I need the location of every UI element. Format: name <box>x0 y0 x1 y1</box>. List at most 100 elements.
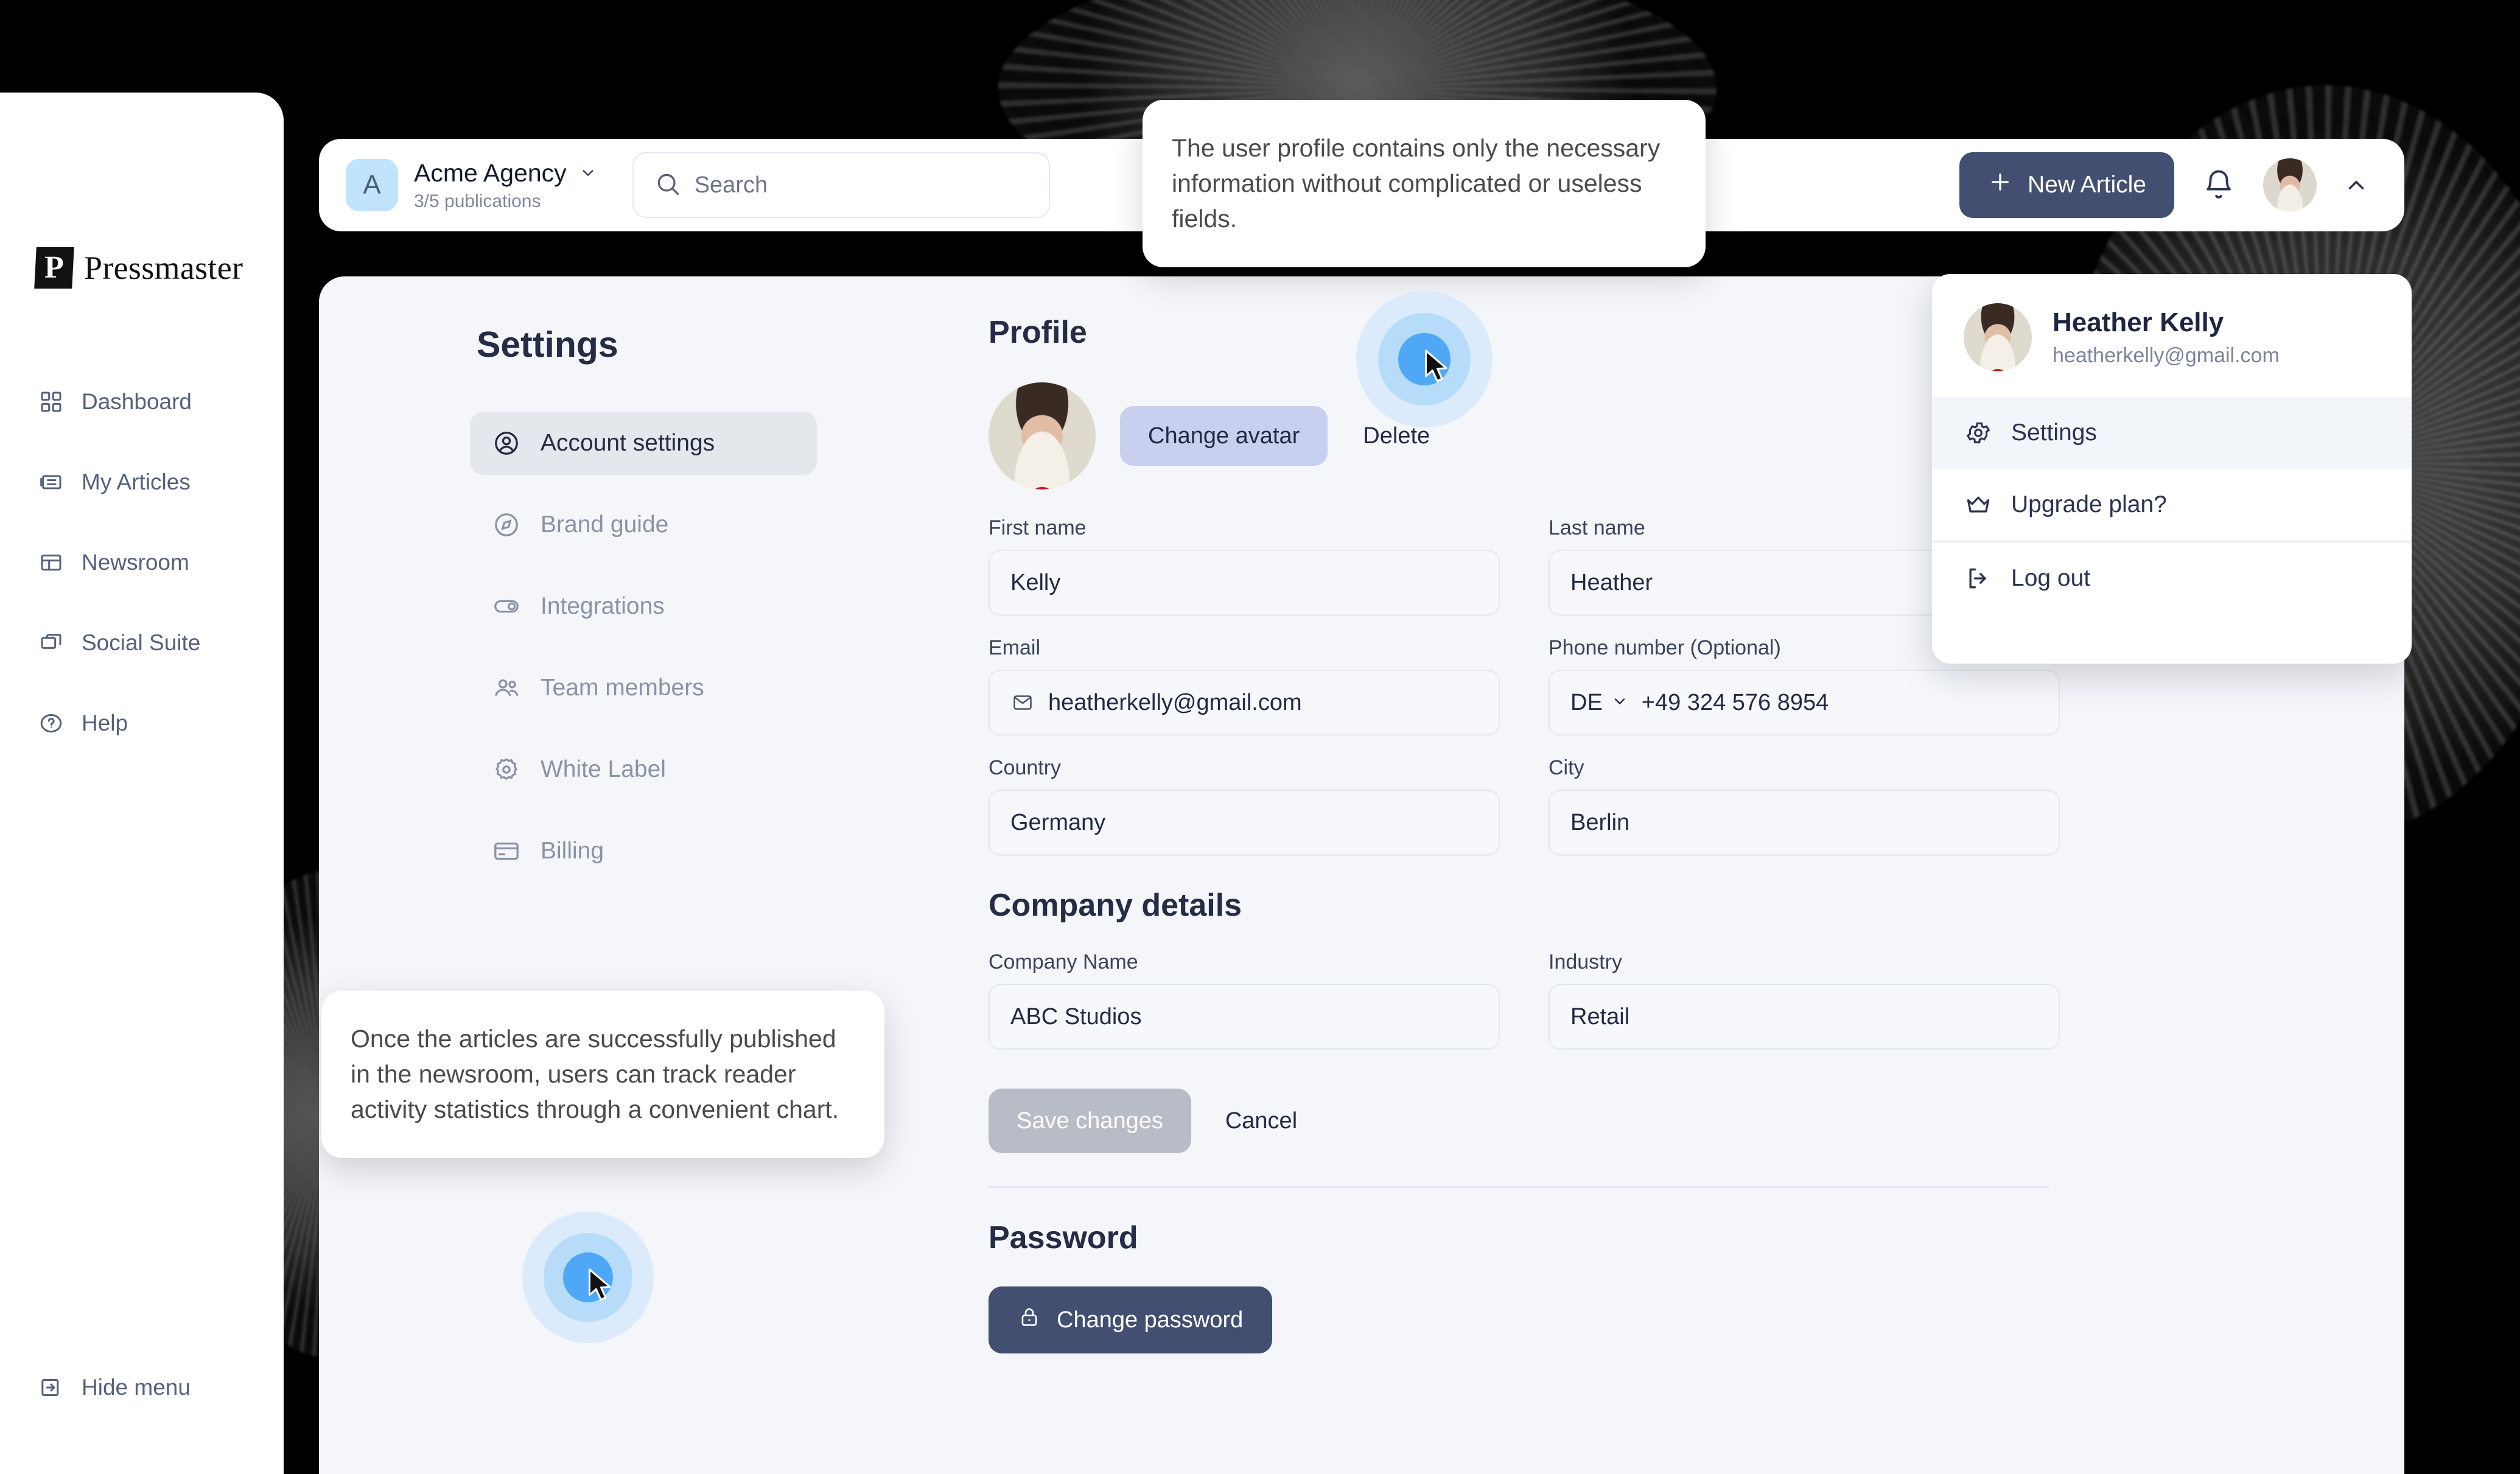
email-input[interactable]: heatherkelly@gmail.com <box>989 670 1500 735</box>
industry-input[interactable]: Retail <box>1549 984 2060 1050</box>
settings-nav-label: Account settings <box>541 430 715 456</box>
settings-nav-item-white-label[interactable]: White Label <box>470 738 817 801</box>
new-article-button[interactable]: New Article <box>1959 152 2174 218</box>
profile-form: Profile Change avatar Delete First name … <box>989 314 2060 1353</box>
settings-nav-item-team-members[interactable]: Team members <box>470 656 817 720</box>
phone-input[interactable]: DE +49 324 576 8954 <box>1549 670 2060 735</box>
form-actions: Save changes Cancel <box>989 1089 2060 1153</box>
company-name-input[interactable]: ABC Studios <box>989 984 1500 1050</box>
cursor-icon <box>1422 348 1454 386</box>
sidebar-item-social-suite[interactable]: Social Suite <box>24 620 268 666</box>
chevron-down-icon <box>1611 690 1628 716</box>
user-menu-item-log-out[interactable]: Log out <box>1932 542 2412 614</box>
user-circle-icon <box>491 427 522 459</box>
gear-badge-icon <box>491 754 522 785</box>
newspaper-icon <box>38 469 65 496</box>
country-input[interactable]: Germany <box>989 790 1500 855</box>
settings-nav-label: Brand guide <box>541 511 669 538</box>
gear-icon <box>1964 418 1993 447</box>
user-menu-label: Upgrade plan? <box>2011 491 2167 518</box>
logo-letter: P <box>44 250 64 285</box>
logo-wordmark: Pressmaster <box>84 250 243 286</box>
change-password-button[interactable]: Change password <box>989 1286 1273 1353</box>
layout-icon <box>38 549 65 576</box>
profile-avatar <box>989 382 1096 490</box>
org-name-label: Acme Agency <box>414 158 567 187</box>
city-value: Berlin <box>1570 809 1630 835</box>
crown-icon <box>1964 490 1993 519</box>
city-field: City Berlin <box>1549 756 2060 855</box>
chevron-up-icon[interactable] <box>2342 171 2370 199</box>
toggle-icon <box>491 591 522 622</box>
lock-icon <box>1018 1305 1041 1335</box>
user-menu-item-upgrade-plan[interactable]: Upgrade plan? <box>1932 469 2412 541</box>
user-menu-label: Log out <box>2011 565 2091 591</box>
company-name-label: Company Name <box>989 950 1138 974</box>
industry-label: Industry <box>1549 950 1622 974</box>
industry-value: Retail <box>1570 1003 1630 1030</box>
topbar-actions: New Article <box>1959 152 2404 218</box>
tooltip-callout-newsroom: Once the articles are successfully publi… <box>321 991 884 1158</box>
tooltip-text: The user profile contains only the neces… <box>1172 134 1661 233</box>
phone-number-value: +49 324 576 8954 <box>1641 689 1829 715</box>
grid-icon <box>38 388 65 415</box>
user-menu-label: Settings <box>2011 419 2097 446</box>
settings-nav-label: Billing <box>541 838 604 864</box>
arrow-right-box-icon <box>38 1374 65 1401</box>
user-menu-item-settings[interactable]: Settings <box>1932 397 2412 469</box>
tooltip-text: Once the articles are successfully publi… <box>351 1025 839 1124</box>
search-input[interactable]: Search <box>632 152 1050 218</box>
search-placeholder: Search <box>694 172 768 198</box>
logo-mark-icon: P <box>34 247 74 289</box>
org-switcher[interactable]: A Acme Agency 3/5 publications <box>346 159 597 212</box>
sidebar-item-dashboard[interactable]: Dashboard <box>24 379 268 425</box>
settings-nav-item-account-settings[interactable]: Account settings <box>470 412 817 475</box>
change-avatar-button[interactable]: Change avatar <box>1120 406 1328 466</box>
settings-nav: Account settings Brand guide Integration… <box>470 412 817 883</box>
avatar[interactable] <box>2263 158 2317 212</box>
windows-icon <box>38 630 65 656</box>
cursor-click-indicator <box>522 1212 654 1343</box>
city-input[interactable]: Berlin <box>1549 790 2060 855</box>
country-field: Country Germany <box>989 756 1500 855</box>
question-circle-icon <box>38 710 65 737</box>
user-menu-dropdown: Heather Kelly heatherkelly@gmail.com Set… <box>1932 274 2412 664</box>
sidebar-item-label: Newsroom <box>82 550 189 575</box>
email-value: heatherkelly@gmail.com <box>1048 689 1302 715</box>
name-fields: First name Kelly Last name Heather Email <box>989 516 2060 876</box>
phone-country-select[interactable]: DE <box>1570 690 1628 716</box>
hide-menu-button[interactable]: Hide menu <box>38 1374 191 1401</box>
first-name-input[interactable]: Kelly <box>989 550 1500 616</box>
cursor-click-indicator <box>1356 291 1493 427</box>
last-name-value: Heather <box>1570 569 1653 595</box>
settings-nav-item-brand-guide[interactable]: Brand guide <box>470 493 817 556</box>
phone-country-value: DE <box>1570 689 1603 715</box>
org-avatar: A <box>346 159 398 211</box>
save-changes-button[interactable]: Save changes <box>989 1089 1191 1153</box>
city-label: City <box>1549 756 1584 779</box>
settings-nav-item-integrations[interactable]: Integrations <box>470 575 817 638</box>
app-logo[interactable]: P Pressmaster <box>34 247 243 289</box>
first-name-label: First name <box>989 516 1087 539</box>
profile-section-title: Profile <box>989 315 1087 350</box>
page-title: Settings <box>477 325 618 365</box>
settings-nav-item-billing[interactable]: Billing <box>470 819 817 883</box>
compass-icon <box>491 509 522 541</box>
sidebar-item-my-articles[interactable]: My Articles <box>24 459 268 505</box>
plus-icon <box>1987 169 2013 201</box>
chevron-down-icon[interactable] <box>579 164 597 182</box>
sidebar-item-label: Help <box>82 711 128 735</box>
sidebar-item-help[interactable]: Help <box>24 700 268 746</box>
user-menu-header: Heather Kelly heatherkelly@gmail.com <box>1932 274 2412 397</box>
company-section-title: Company details <box>989 888 1242 923</box>
sidebar-item-label: My Articles <box>82 469 191 494</box>
bell-icon[interactable] <box>2200 166 2238 204</box>
primary-nav: Dashboard My Articles Newsroom Social Su… <box>24 379 268 746</box>
settings-nav-label: Team members <box>541 675 704 701</box>
country-label: Country <box>989 756 1062 779</box>
change-password-label: Change password <box>1057 1307 1244 1333</box>
country-value: Germany <box>1010 809 1106 835</box>
cancel-button[interactable]: Cancel <box>1216 1108 1307 1134</box>
sidebar-item-newsroom[interactable]: Newsroom <box>24 539 268 586</box>
search-icon <box>654 170 681 200</box>
